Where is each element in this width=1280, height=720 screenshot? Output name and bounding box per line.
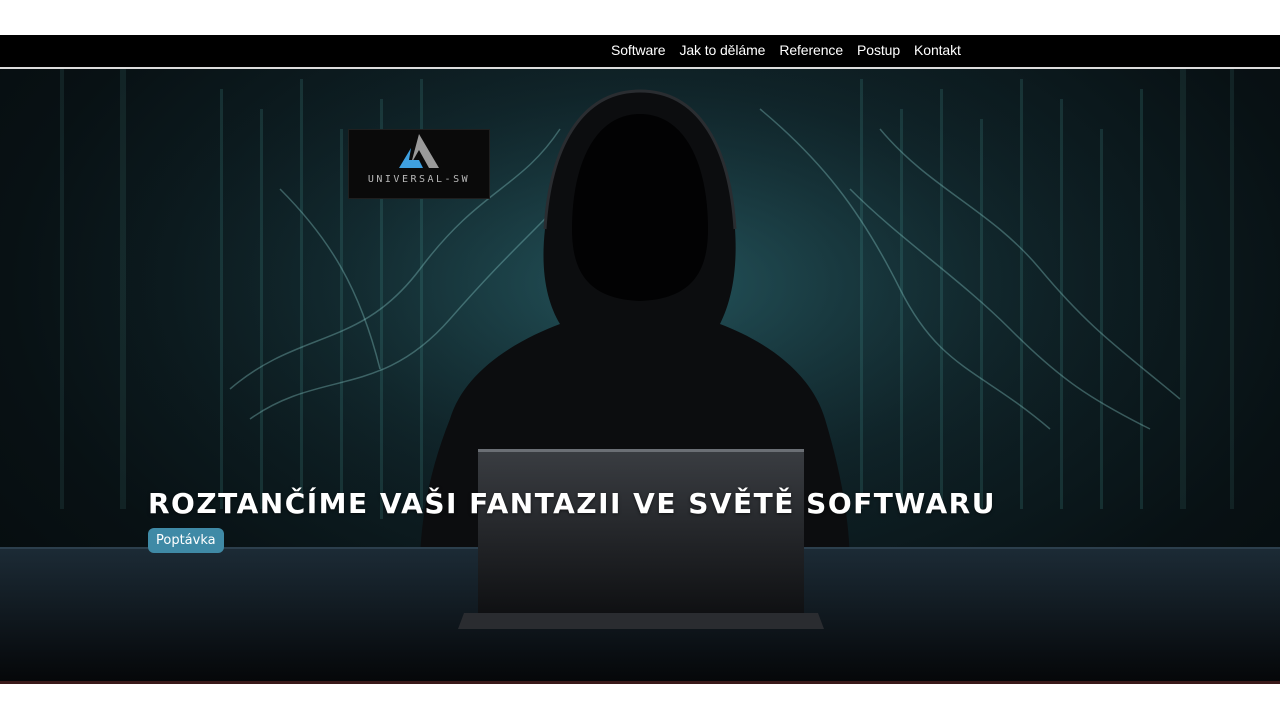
nav-item-kontakt[interactable]: Kontakt [914, 42, 961, 58]
nav-item-postup[interactable]: Postup [857, 42, 900, 58]
nav-item-reference[interactable]: Reference [779, 42, 843, 58]
nav-item-software[interactable]: Software [611, 42, 666, 58]
hero-headline: ROZTANČÍME VAŠI FANTAZII VE SVĚTĚ SOFTWA… [148, 487, 996, 520]
hero-section [0, 69, 1280, 681]
hooded-figure-laptop-illustration [0, 69, 1280, 681]
poptavka-button[interactable]: Poptávka [148, 528, 224, 553]
logo-text: UNIVERSAL-SW [367, 174, 471, 185]
universal-sw-logo[interactable]: UNIVERSAL-SW [348, 129, 490, 199]
triangle-logo-icon [399, 134, 439, 168]
main-nav: Software Jak to děláme Reference Postup … [611, 35, 961, 65]
hero-bottom-border [0, 681, 1280, 684]
nav-item-jak-to-delame[interactable]: Jak to děláme [679, 42, 765, 58]
